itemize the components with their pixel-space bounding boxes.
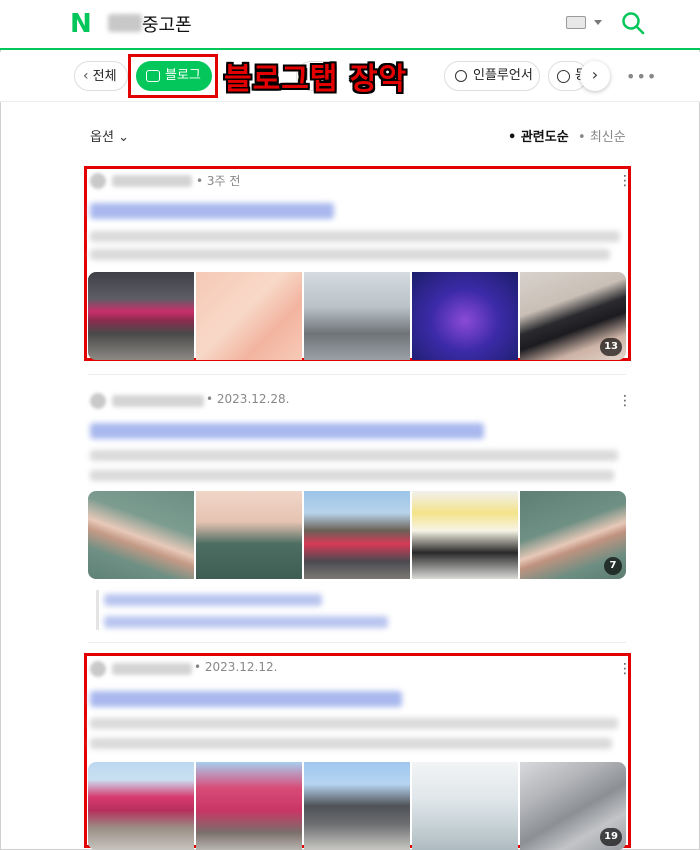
thumbnail-phone-side[interactable] (88, 491, 194, 579)
play-icon (557, 70, 570, 83)
author-name-blurred[interactable] (112, 175, 192, 187)
image-count-badge: 7 (604, 557, 622, 575)
annotation-callout: 블로그탭 장악 (224, 62, 408, 97)
thumbnail-street-store[interactable] (304, 491, 410, 579)
more-icon[interactable]: ••• (626, 69, 657, 85)
image-count-badge: 13 (600, 338, 622, 356)
post-date-text: 3주 전 (206, 174, 241, 188)
chevron-down-icon[interactable] (594, 20, 602, 25)
thumbnail-store-counter[interactable] (412, 491, 518, 579)
chevron-down-icon: ⌄ (118, 130, 129, 145)
naver-logo[interactable]: N (70, 10, 96, 38)
post-date-text: 2023.12.12. (204, 660, 278, 674)
thumbnail-building-parking[interactable] (304, 762, 410, 850)
post-title-blurred[interactable] (90, 203, 334, 219)
blog-post-2[interactable]: • 2023.12.28. ⋮ 7 (88, 390, 632, 630)
sort-latest[interactable]: • 최신순 (578, 126, 626, 145)
post-title-blurred[interactable] (90, 691, 402, 707)
blurred-query-prefix (108, 14, 142, 32)
related-links-bar (96, 590, 99, 630)
sort-relevance[interactable]: • 관련도순 (508, 126, 569, 145)
post-snippet-line (90, 450, 618, 461)
post-date: • 2023.12.12. (194, 660, 278, 674)
search-icon[interactable] (620, 10, 646, 36)
post-snippet-line (90, 718, 618, 729)
image-strip[interactable]: 19 (88, 762, 626, 850)
author-name-blurred[interactable] (112, 663, 192, 675)
avatar[interactable] (90, 661, 106, 677)
more-options-icon[interactable]: ⋮ (618, 174, 632, 188)
thumbnail-phone-in-hand[interactable]: 13 (520, 272, 626, 360)
thumbnail-storefront-street[interactable] (88, 762, 194, 850)
chevron-left-icon: ‹ (83, 68, 89, 84)
search-header: N 중고폰 (0, 0, 700, 50)
image-count-badge: 19 (600, 828, 622, 846)
tab-influencer[interactable]: 인플루언서 (444, 61, 540, 91)
tab-all-label: 전체 (92, 69, 117, 84)
tab-all[interactable]: ‹ 전체 (74, 61, 128, 91)
post-date-text: 2023.12.28. (216, 392, 290, 406)
thumbnail-bright-interior[interactable] (412, 762, 518, 850)
avatar[interactable] (90, 173, 106, 189)
thumbnail-storefront-sign[interactable] (196, 762, 302, 850)
post-divider (88, 374, 626, 375)
post-date: • 3주 전 (196, 174, 241, 188)
options-dropdown[interactable]: 옵션 ⌄ (90, 126, 129, 145)
sort-relevance-label: 관련도순 (520, 130, 569, 145)
influencer-icon (455, 70, 467, 82)
thumbnail-phones-boxed[interactable]: 19 (520, 762, 626, 850)
thumbnail-neon-sign[interactable] (412, 272, 518, 360)
annotation-box-blog-tab (128, 54, 218, 98)
thumbnail-phone-edge[interactable]: 7 (520, 491, 626, 579)
tab-influencer-label: 인플루언서 (473, 68, 533, 83)
more-options-icon[interactable]: ⋮ (618, 662, 632, 676)
sort-latest-label: 최신순 (589, 130, 626, 145)
thumbnail-shop-interior[interactable] (304, 272, 410, 360)
options-label: 옵션 (90, 130, 114, 145)
post-snippet-line (90, 231, 620, 242)
post-date: • 2023.12.28. (206, 392, 290, 406)
post-snippet-line (90, 470, 614, 481)
blog-post-3[interactable]: • 2023.12.12. ⋮ 19 (88, 658, 632, 850)
author-name-blurred[interactable] (112, 395, 204, 407)
thumbnail-phone-camera[interactable] (196, 491, 302, 579)
thumbnail-storefront[interactable] (88, 272, 194, 360)
related-link-blurred[interactable] (104, 616, 388, 628)
image-strip[interactable]: 13 (88, 272, 626, 360)
related-link-blurred[interactable] (104, 594, 322, 606)
post-snippet-line (90, 738, 612, 749)
scroll-next-button[interactable]: › (580, 61, 610, 91)
blog-post-1[interactable]: • 3주 전 ⋮ 13 (88, 170, 632, 360)
post-snippet-line (90, 249, 610, 260)
image-strip[interactable]: 7 (88, 491, 626, 579)
chevron-right-icon: › (591, 65, 599, 84)
keyboard-icon[interactable] (566, 16, 586, 29)
avatar[interactable] (90, 393, 106, 409)
search-query[interactable]: 중고폰 (142, 11, 192, 37)
more-options-icon[interactable]: ⋮ (618, 394, 632, 408)
thumbnail-promo-banner[interactable] (196, 272, 302, 360)
post-title-blurred[interactable] (90, 423, 484, 439)
post-divider (88, 642, 626, 643)
